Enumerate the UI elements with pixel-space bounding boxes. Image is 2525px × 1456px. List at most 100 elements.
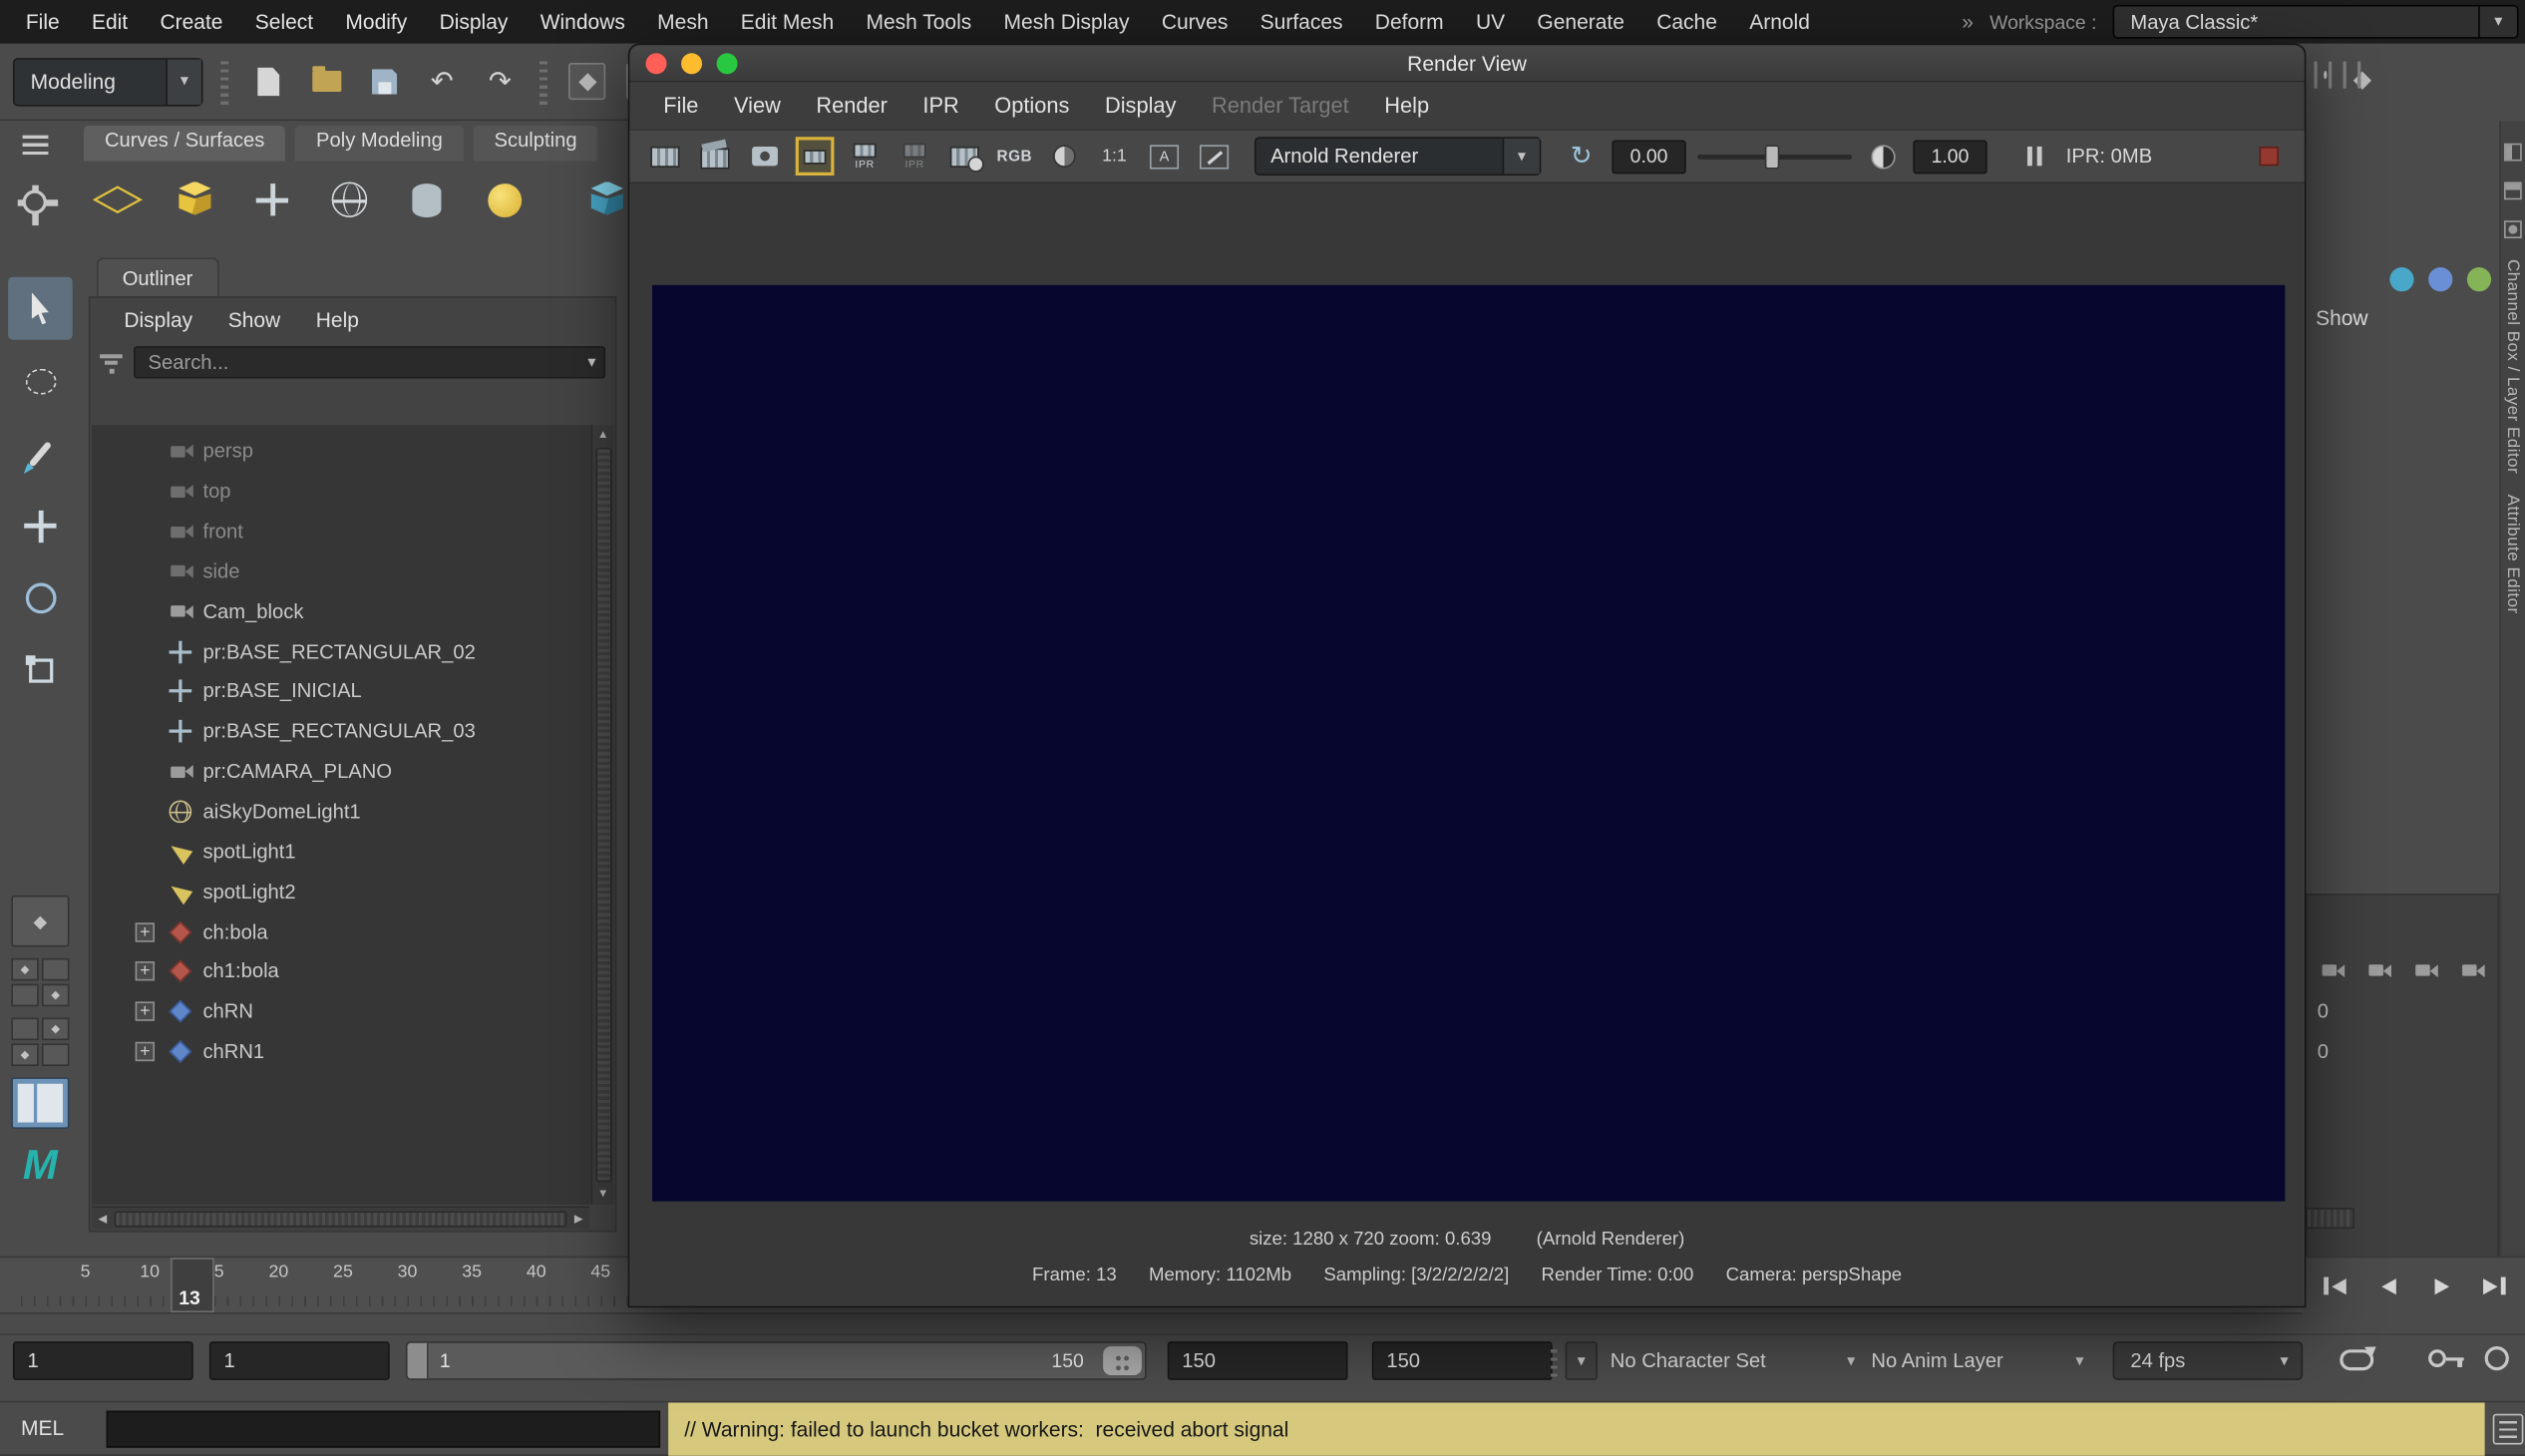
rv-menu-ipr[interactable]: IPR	[905, 94, 977, 118]
rotate-tool[interactable]	[8, 566, 73, 629]
outliner-item-ch1-bola[interactable]: +ch1:bola	[92, 951, 591, 991]
undo-button[interactable]: ↶	[420, 57, 464, 105]
open-scene-button[interactable]	[304, 57, 348, 105]
menu-overflow-chevrons[interactable]: »	[1962, 10, 1974, 34]
layer-icon[interactable]	[2367, 959, 2394, 980]
outliner-item-spotlight2[interactable]: spotLight2	[92, 872, 591, 911]
shelf-sun-sphere-button[interactable]	[477, 170, 532, 230]
script-editor-icon[interactable]	[2493, 1414, 2524, 1445]
render-view-titlebar[interactable]: Render View	[629, 45, 2304, 82]
render-current-frame-button[interactable]	[646, 136, 685, 178]
move-tool[interactable]	[8, 495, 73, 557]
render-image[interactable]	[652, 285, 2285, 1202]
scroll-down-icon[interactable]: ▼	[597, 1184, 608, 1205]
render-region-button[interactable]	[796, 137, 835, 176]
four-pane-layout-button[interactable]: ◆ ◆	[11, 958, 69, 1006]
menu-set-selector[interactable]: Modeling ▾	[13, 57, 203, 105]
select-tool[interactable]	[8, 277, 73, 340]
sidebar-toggle-icon[interactable]	[2504, 182, 2522, 199]
menu-item-uv[interactable]: UV	[1460, 10, 1521, 34]
menu-item-arnold[interactable]: Arnold	[1733, 10, 1826, 34]
animation-preferences-gear-icon[interactable]	[2485, 1346, 2509, 1370]
go-to-start-button[interactable]	[2311, 1265, 2358, 1308]
chevron-down-icon[interactable]: ▾	[2478, 6, 2517, 37]
animation-end-field[interactable]	[1372, 1341, 1553, 1380]
outliner-menu-help[interactable]: Help	[298, 307, 377, 331]
expand-icon[interactable]: +	[136, 922, 155, 941]
chevron-down-icon[interactable]: ▾	[587, 354, 595, 372]
menu-item-edit-mesh[interactable]: Edit Mesh	[725, 10, 851, 34]
expand-icon[interactable]: +	[136, 962, 155, 981]
outliner-item-camara-plano[interactable]: pr:CAMARA_PLANO	[92, 752, 591, 792]
render-settings-button[interactable]	[945, 136, 984, 178]
outliner-item-base-rectangular-02[interactable]: pr:BASE_RECTANGULAR_02	[92, 631, 591, 671]
shelf-gear-icon[interactable]	[23, 190, 47, 214]
outliner-menu-display[interactable]: Display	[107, 307, 210, 331]
shelf-tab-sculpting[interactable]: Sculpting	[474, 126, 598, 162]
scrollbar-thumb[interactable]	[595, 448, 611, 1182]
outliner-item-base-inicial[interactable]: pr:BASE_INICIAL	[92, 671, 591, 711]
menu-item-create[interactable]: Create	[144, 10, 238, 34]
toolbar-extra-button-2[interactable]	[2329, 63, 2332, 87]
menu-item-curves[interactable]: Curves	[1146, 10, 1245, 34]
save-scene-button[interactable]	[362, 57, 406, 105]
auto-keyframe-icon[interactable]	[2428, 1349, 2446, 1367]
display-alpha-button[interactable]	[1045, 136, 1084, 178]
outliner-search-input[interactable]	[134, 346, 605, 378]
scrollbar-fragment[interactable]	[2306, 1208, 2353, 1229]
range-bar-grip[interactable]	[1551, 1344, 1557, 1376]
new-scene-button[interactable]	[246, 57, 290, 105]
outliner-item-top[interactable]: top	[92, 472, 591, 512]
filter-icon[interactable]	[100, 352, 123, 373]
outliner-item-chrn[interactable]: +chRN	[92, 991, 591, 1031]
outliner-item-side[interactable]: side	[92, 551, 591, 591]
panel-icon[interactable]	[2428, 267, 2452, 291]
outliner-item-skydome-light[interactable]: aiSkyDomeLight1	[92, 792, 591, 832]
menu-item-display[interactable]: Display	[423, 10, 524, 34]
menu-item-windows[interactable]: Windows	[525, 10, 641, 34]
refresh-render-button[interactable]: ↻	[1562, 136, 1601, 178]
animation-start-field[interactable]	[13, 1341, 193, 1380]
outliner-vertical-scrollbar[interactable]: ▲ ▼	[591, 425, 614, 1205]
outliner-item-chrn1[interactable]: +chRN1	[92, 1032, 591, 1072]
sidebar-toggle-icon[interactable]	[2504, 144, 2522, 162]
edit-image-button[interactable]	[1195, 136, 1234, 178]
command-input[interactable]	[107, 1411, 660, 1448]
command-language-toggle[interactable]: MEL	[21, 1415, 64, 1439]
timeline-playhead[interactable]: 13	[171, 1258, 214, 1312]
menu-item-mesh-tools[interactable]: Mesh Tools	[850, 10, 987, 34]
rv-menu-render[interactable]: Render	[799, 94, 905, 118]
playback-start-field[interactable]	[209, 1341, 390, 1380]
menu-item-deform[interactable]: Deform	[1359, 10, 1460, 34]
menu-item-select[interactable]: Select	[239, 10, 330, 34]
outliner-horizontal-scrollbar[interactable]: ◀ ▶	[92, 1206, 589, 1229]
range-start-handle[interactable]	[408, 1343, 429, 1379]
character-set-dropdown[interactable]: No Character Set ▾	[1611, 1341, 1855, 1380]
exposure-slider[interactable]	[1697, 140, 1852, 174]
outliner-item-persp[interactable]: persp	[92, 432, 591, 472]
step-back-button[interactable]	[2364, 1265, 2412, 1308]
display-rgb-button[interactable]: RGB	[995, 136, 1034, 178]
ipr-render-button[interactable]: IPR	[846, 136, 885, 178]
redo-button[interactable]: ↷	[479, 57, 523, 105]
layer-icon[interactable]	[2321, 959, 2347, 980]
tab-attribute-editor[interactable]: Attribute Editor	[2503, 495, 2522, 614]
rv-menu-view[interactable]: View	[716, 94, 798, 118]
sidebar-toggle-icon[interactable]	[2504, 220, 2522, 238]
toolbar-extra-button-4[interactable]	[2357, 63, 2360, 87]
playback-range-slider[interactable]: 1 150	[406, 1341, 1147, 1380]
renderer-selector[interactable]: Arnold Renderer ▾	[1255, 137, 1541, 176]
chevron-down-icon[interactable]: ▾	[166, 59, 201, 104]
rv-menu-help[interactable]: Help	[1366, 94, 1446, 118]
scale-tool[interactable]	[8, 639, 73, 702]
outliner-item-base-rectangular-03[interactable]: pr:BASE_RECTANGULAR_03	[92, 712, 591, 752]
stop-ipr-button[interactable]	[2260, 147, 2279, 166]
layer-icon[interactable]	[2414, 959, 2441, 980]
rv-menu-display[interactable]: Display	[1087, 94, 1194, 118]
playback-end-field[interactable]	[1168, 1341, 1348, 1380]
toolbar-grip[interactable]	[540, 59, 547, 104]
pause-ipr-button[interactable]	[2027, 147, 2042, 166]
rv-menu-options[interactable]: Options	[977, 94, 1088, 118]
menu-item-file[interactable]: File	[10, 10, 76, 34]
workspace-selector[interactable]: Maya Classic* ▾	[2113, 5, 2519, 39]
